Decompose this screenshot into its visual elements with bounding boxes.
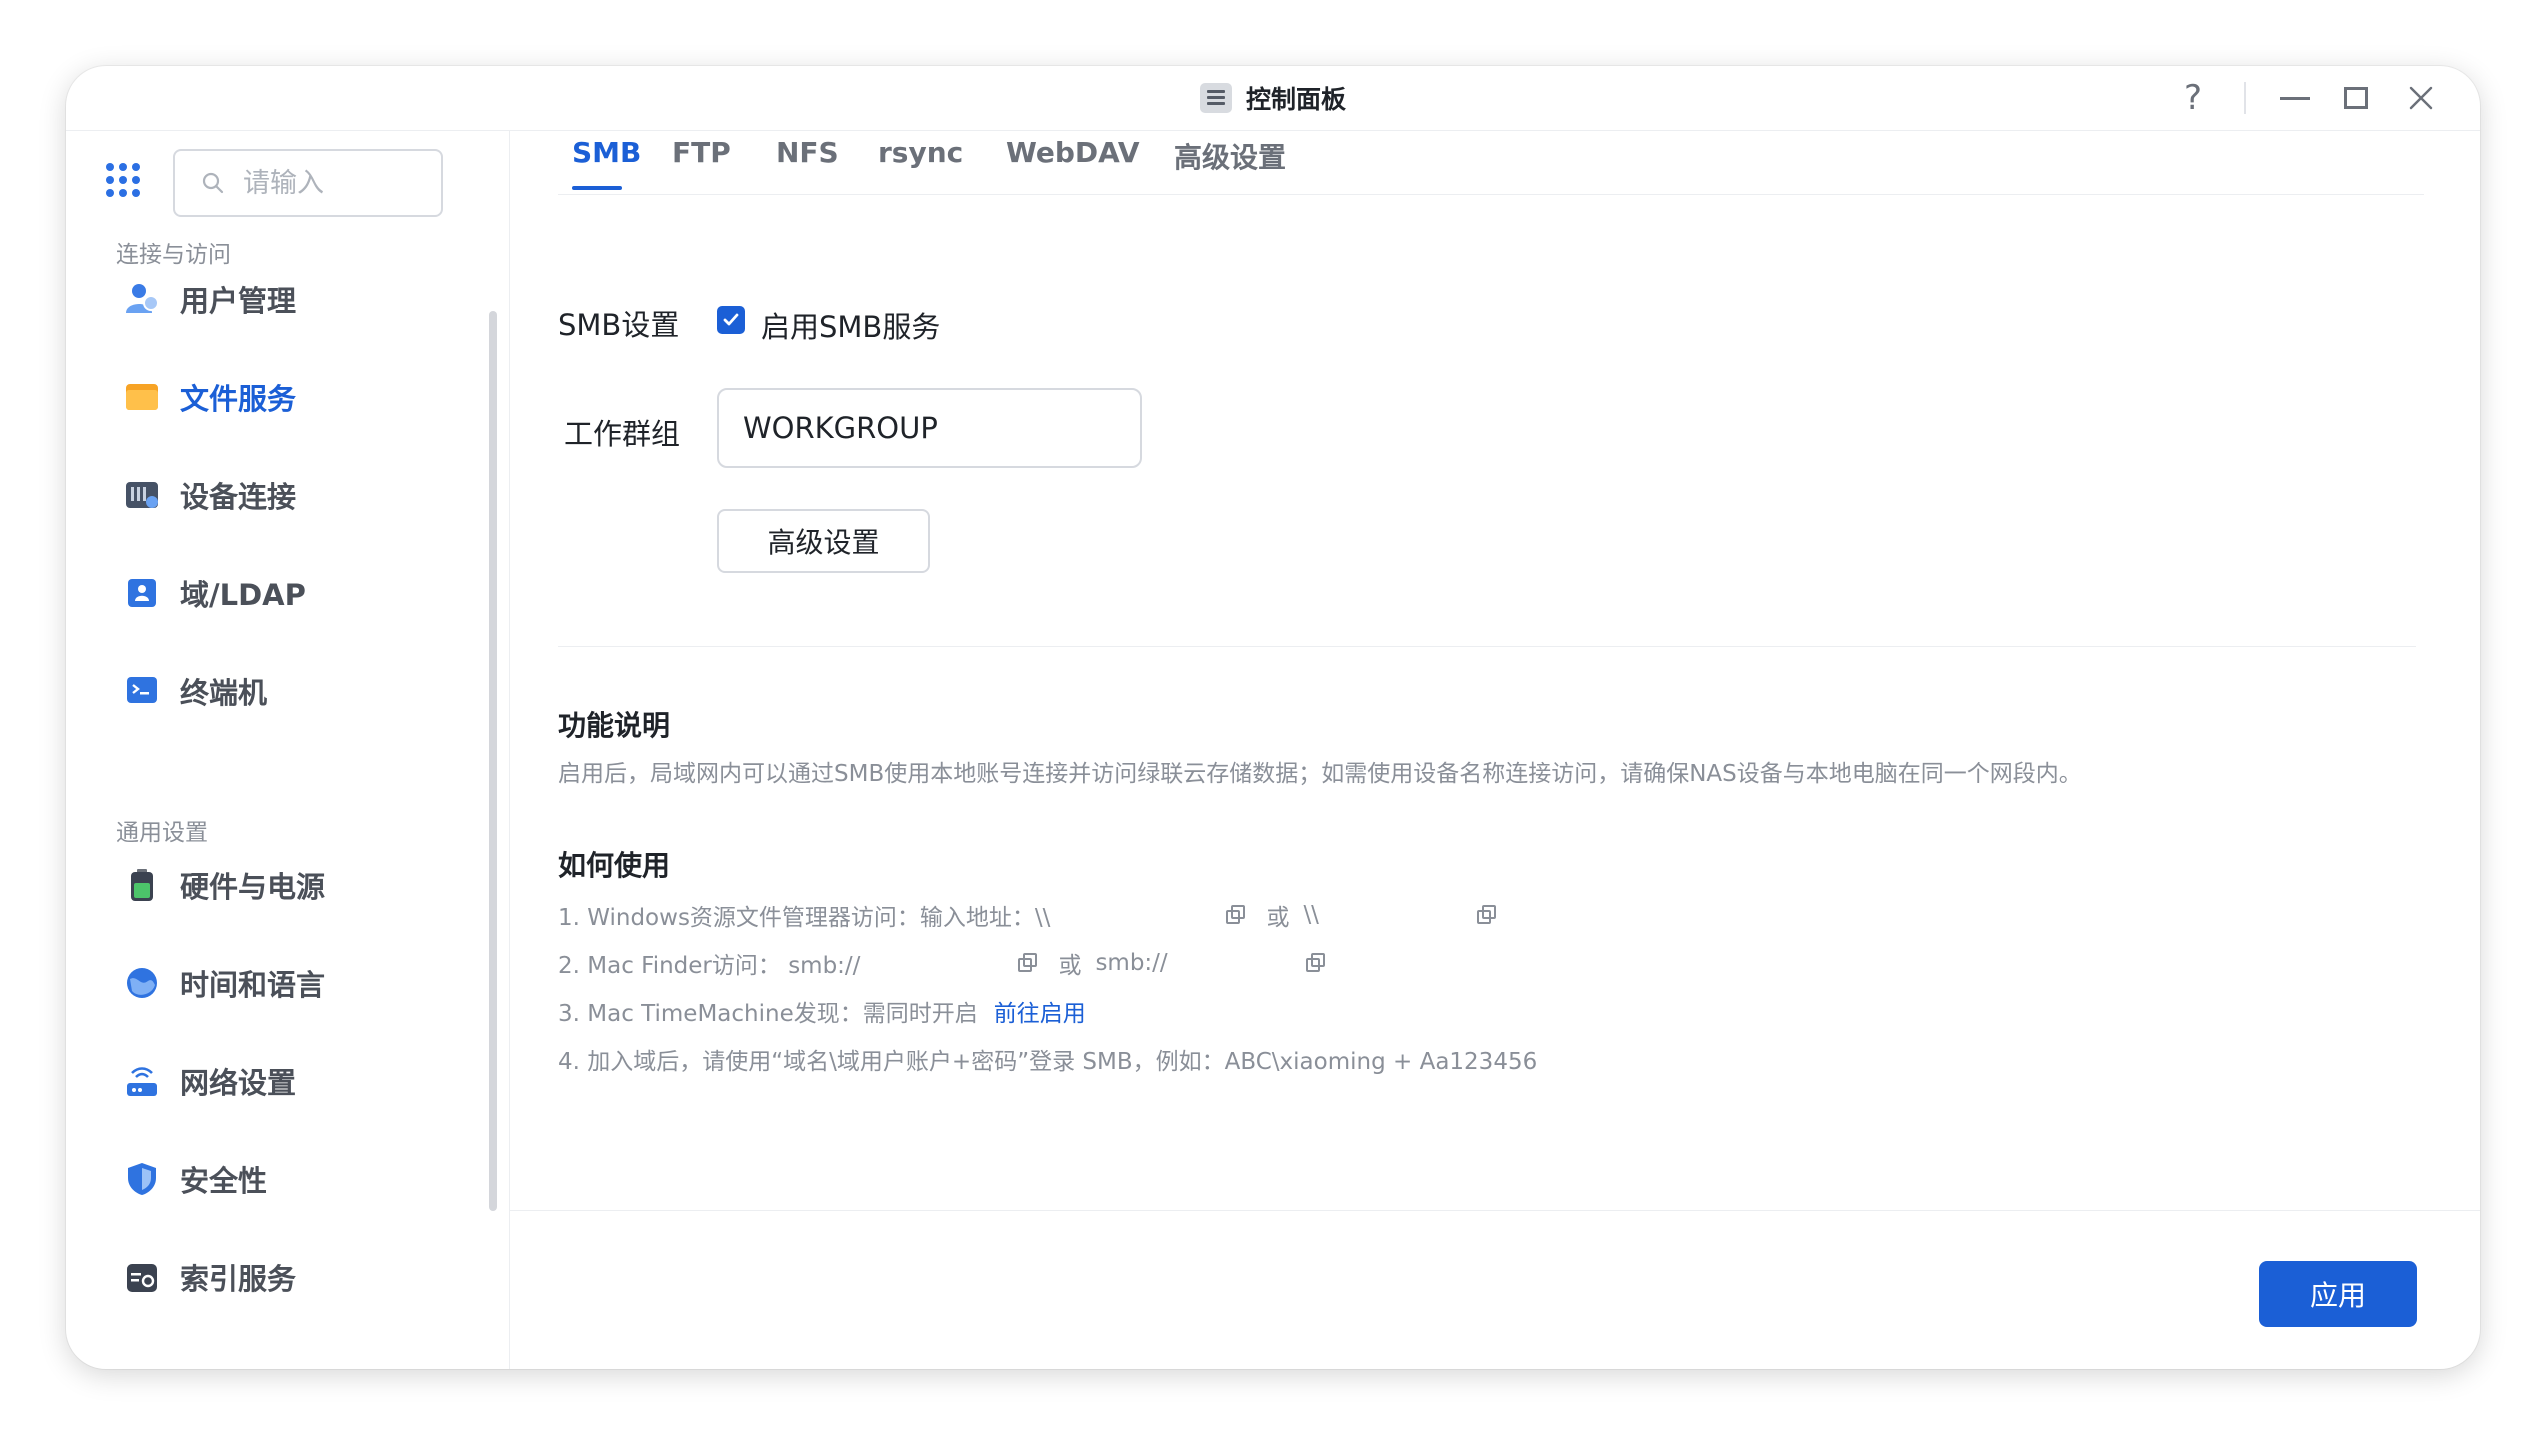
search-input[interactable]: [241, 166, 425, 200]
tab-advanced[interactable]: 高级设置: [1174, 136, 1286, 176]
index-icon: [124, 1259, 160, 1295]
sidebar-item-label: 域/LDAP: [180, 578, 306, 612]
sidebar-item-terminal[interactable]: 终端机: [106, 659, 446, 723]
advanced-settings-button[interactable]: 高级设置: [717, 509, 930, 573]
folder-icon: [124, 379, 160, 415]
terminal-icon: [124, 673, 160, 709]
step-2-or: 或: [1058, 953, 1082, 979]
sidebar-item-label: 时间和语言: [180, 968, 326, 1002]
sidebar-item-label: 设备连接: [180, 480, 297, 514]
sidebar-item-label: 硬件与电源: [180, 870, 326, 904]
enable-smb-label[interactable]: 启用SMB服务: [761, 304, 940, 346]
footer-divider: [509, 1210, 2480, 1211]
description-text: 启用后，局域网内可以通过SMB使用本地账号连接并访问绿联云存储数据；如需使用设备…: [558, 761, 2082, 787]
sidebar-item-label: 网络设置: [180, 1066, 297, 1100]
copy-icon[interactable]: [1305, 953, 1326, 973]
sidebar-item-device-connection[interactable]: 设备连接: [106, 463, 446, 527]
globe-icon: [124, 965, 160, 1001]
usage-step-2: 2. Mac Finder访问： smb:// 或 smb://: [558, 946, 1332, 980]
users-icon: [124, 281, 160, 317]
sidebar-item-label: 终端机: [180, 676, 268, 710]
checkmark-icon: [723, 313, 739, 326]
step-2-alt: smb://: [1095, 950, 1168, 976]
usage-step-1: 1. Windows资源文件管理器访问：输入地址：\\ 或 \\: [558, 898, 1503, 932]
apply-button[interactable]: 应用: [2259, 1261, 2417, 1327]
sidebar-item-time-language[interactable]: 时间和语言: [106, 951, 446, 1015]
sidebar-scrollbar[interactable]: [489, 311, 497, 1211]
active-tab-indicator: [572, 186, 622, 190]
step-1-text: 1. Windows资源文件管理器访问：输入地址：\\: [558, 905, 1051, 931]
smb-settings-label: SMB设置: [558, 308, 680, 342]
app-grid-icon[interactable]: [106, 163, 140, 197]
sidebar-item-label: 安全性: [180, 1164, 268, 1198]
sidebar-item-label: 索引服务: [180, 1262, 297, 1296]
sidebar-item-users[interactable]: 用户管理: [106, 267, 446, 331]
enable-smb-checkbox[interactable]: [717, 306, 745, 334]
shield-icon: [124, 1161, 160, 1197]
usage-step-4: 4. 加入域后，请使用“域名\域用户账户+密码”登录 SMB，例如：ABC\xi…: [558, 1042, 1537, 1076]
sidebar-item-index-service[interactable]: 索引服务: [106, 1245, 446, 1309]
copy-icon[interactable]: [1226, 905, 1246, 925]
usage-title: 如何使用: [558, 849, 671, 882]
tab-smb[interactable]: SMB: [572, 136, 641, 169]
description-title: 功能说明: [558, 709, 671, 742]
tab-rsync[interactable]: rsync: [878, 136, 963, 169]
copy-icon[interactable]: [1018, 953, 1038, 973]
tab-ftp[interactable]: FTP: [672, 136, 731, 169]
enable-timemachine-link[interactable]: 前往启用: [994, 994, 1086, 1028]
search-icon: [202, 172, 224, 194]
sidebar: 连接与访问 用户管理 文件服务 设备连接 域/LDAP: [66, 131, 510, 1369]
sidebar-item-label: 用户管理: [180, 284, 297, 318]
tab-nfs[interactable]: NFS: [776, 136, 839, 169]
step-3-text: 3. Mac TimeMachine发现：需同时开启: [558, 1001, 978, 1027]
step-4-text: 4. 加入域后，请使用“域名\域用户账户+密码”登录 SMB，例如：ABC\xi…: [558, 1049, 1538, 1075]
sidebar-item-hardware-power[interactable]: 硬件与电源: [106, 853, 446, 917]
battery-icon: [124, 867, 160, 903]
tab-bar: SMB FTP NFS rsync WebDAV 高级设置: [558, 66, 2424, 195]
device-icon: [124, 477, 160, 513]
sidebar-item-label: 文件服务: [180, 382, 297, 416]
sidebar-item-ldap[interactable]: 域/LDAP: [106, 561, 446, 625]
usage-step-3: 3. Mac TimeMachine发现：需同时开启 前往启用: [558, 994, 1086, 1028]
sidebar-item-network[interactable]: 网络设置: [106, 1049, 446, 1113]
sidebar-item-security[interactable]: 安全性: [106, 1147, 446, 1211]
workgroup-label: 工作群组: [564, 417, 681, 451]
section-divider: [558, 646, 2416, 647]
group-label-general: 通用设置: [116, 820, 208, 846]
copy-icon[interactable]: [1476, 905, 1497, 925]
step-1-alt: \\: [1303, 902, 1319, 928]
tab-webdav[interactable]: WebDAV: [1006, 136, 1140, 169]
sidebar-item-file-services[interactable]: 文件服务: [106, 365, 446, 429]
search-box[interactable]: [173, 149, 443, 217]
step-1-or: 或: [1266, 905, 1290, 931]
step-2-text: 2. Mac Finder访问： smb://: [558, 953, 861, 979]
workgroup-input[interactable]: [717, 388, 1142, 468]
router-icon: [124, 1063, 160, 1099]
control-panel-window: 控制面板 ? 连接与访问 用户管理 文件服务: [66, 66, 2480, 1369]
group-label-connect: 连接与访问: [116, 242, 231, 268]
ldap-icon: [124, 575, 160, 611]
